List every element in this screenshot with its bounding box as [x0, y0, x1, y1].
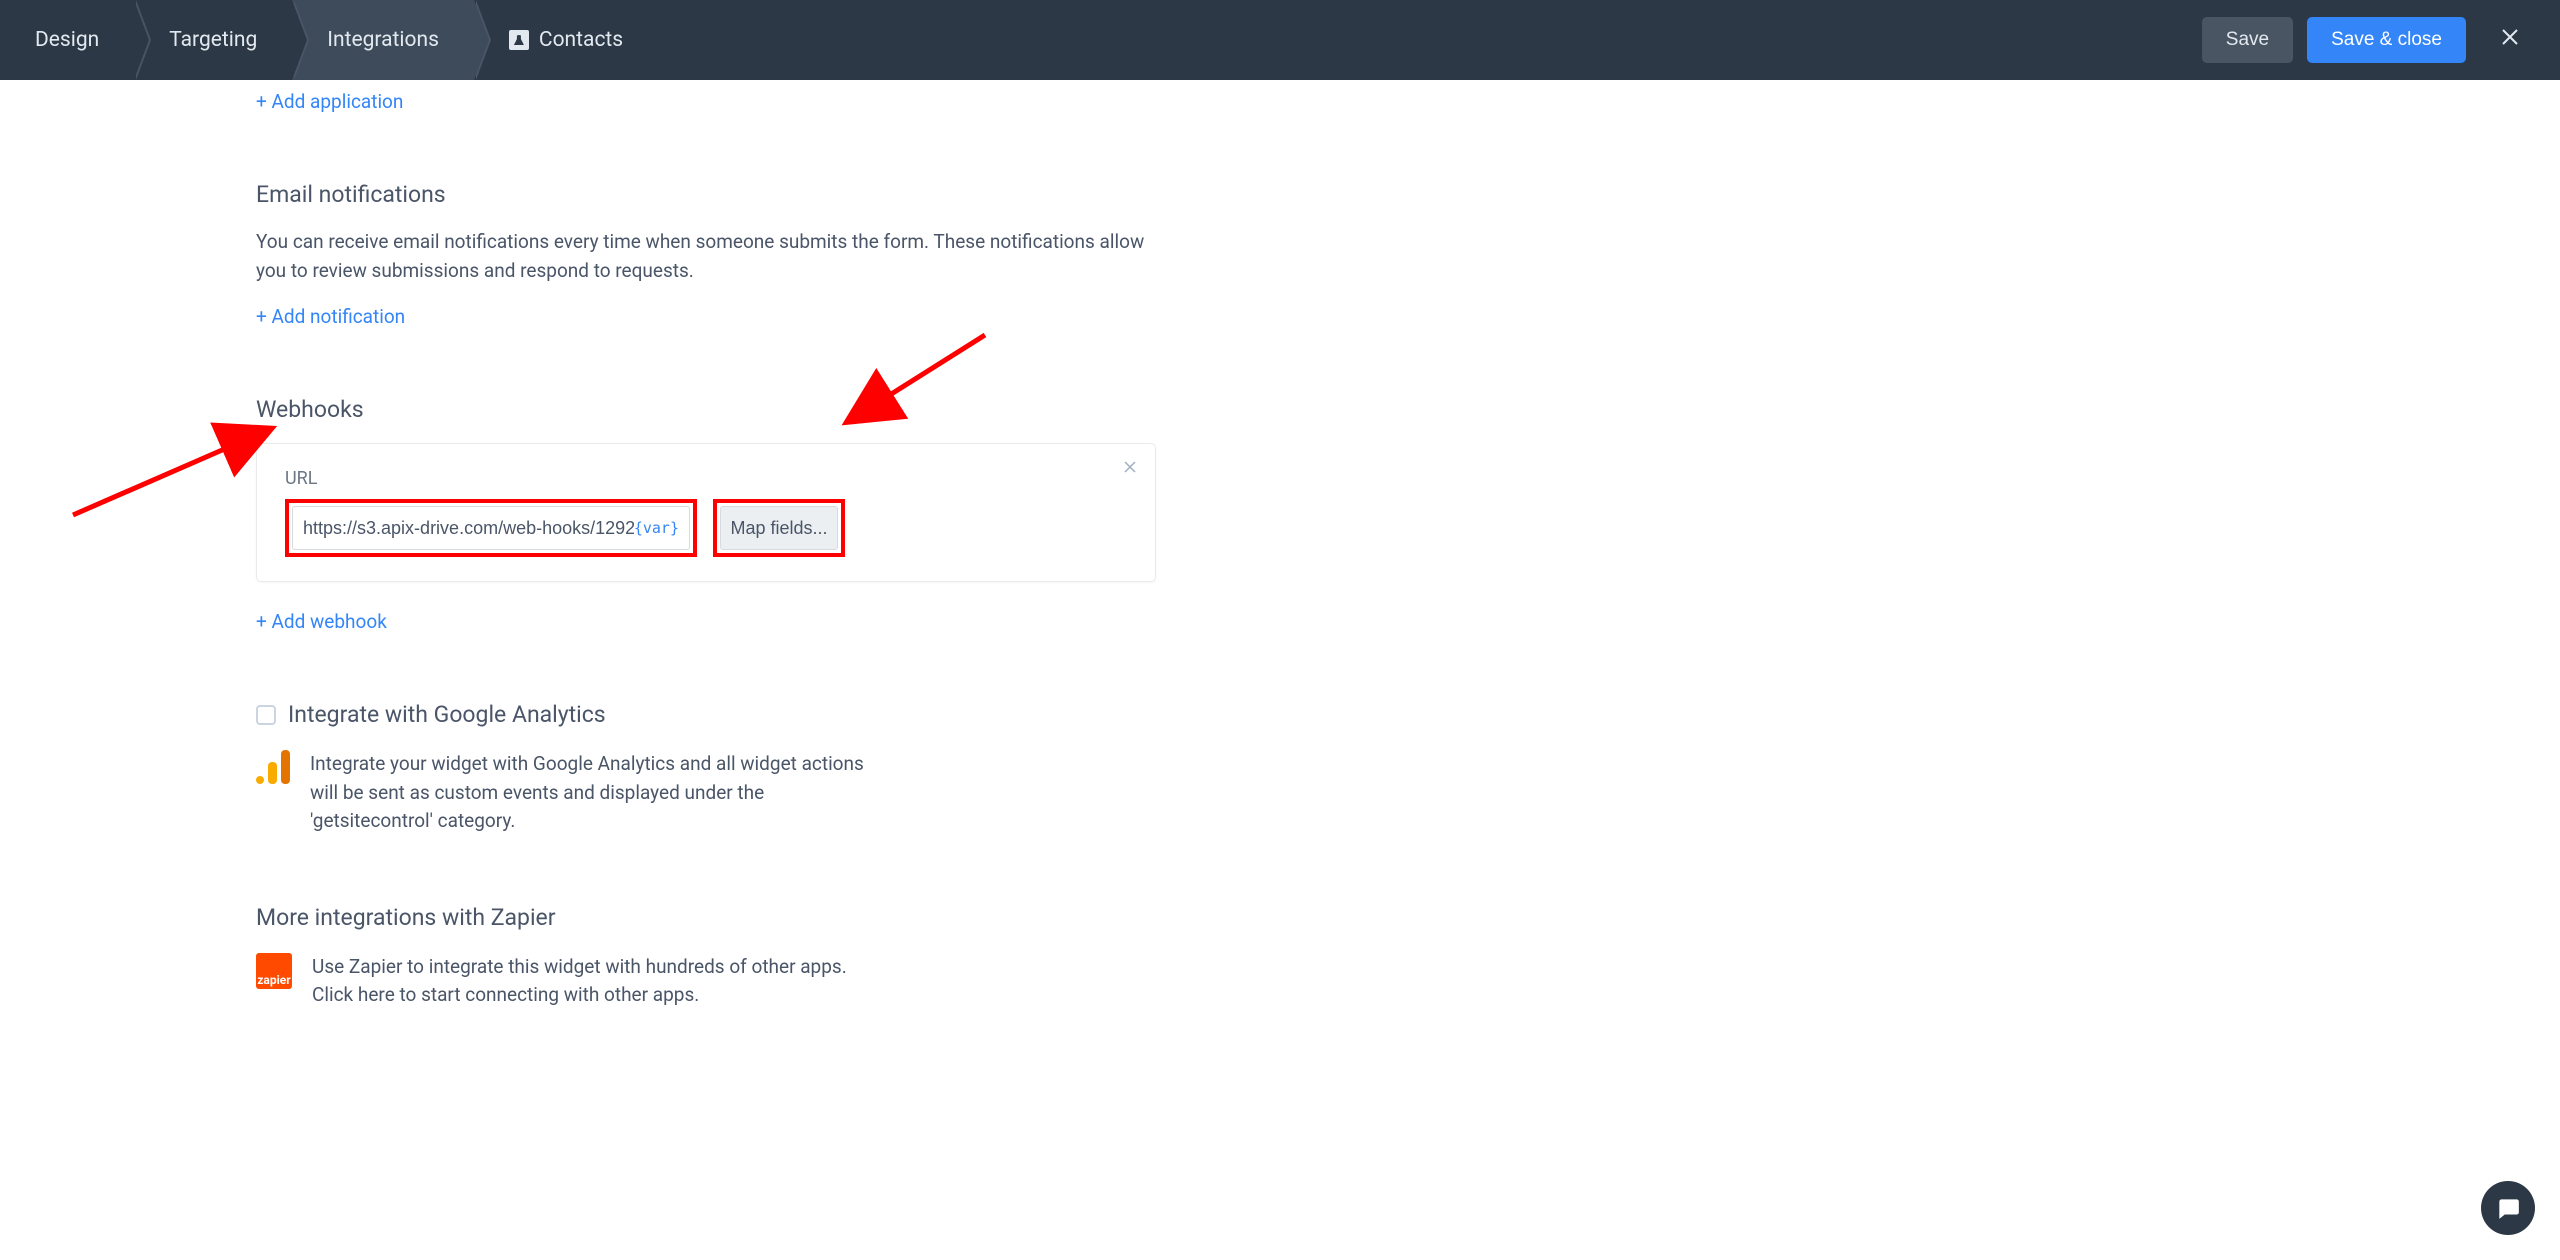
zapier-icon: zapier	[256, 953, 292, 989]
webhook-remove-button[interactable]	[1123, 458, 1137, 479]
ga-title: Integrate with Google Analytics	[288, 701, 606, 728]
main-content: + Add application Email notifications Yo…	[256, 80, 1156, 1010]
header-bar: Design Targeting Integrations Contacts S…	[0, 0, 2560, 80]
close-button[interactable]	[2490, 16, 2530, 64]
zapier-desc2: Click here to start connecting with othe…	[312, 981, 847, 1010]
tab-targeting-label: Targeting	[169, 28, 257, 52]
zapier-row: zapier Use Zapier to integrate this widg…	[256, 953, 1156, 1010]
map-fields-button[interactable]: Map fields...	[720, 506, 838, 550]
url-highlight-box: {var}	[285, 499, 697, 557]
annotation-arrow-left	[68, 380, 288, 530]
zapier-desc1: Use Zapier to integrate this widget with…	[312, 953, 847, 982]
tab-design-label: Design	[35, 28, 99, 52]
save-button[interactable]: Save	[2202, 17, 2293, 63]
tab-design[interactable]: Design	[0, 0, 134, 80]
tab-contacts[interactable]: Contacts	[474, 0, 658, 80]
close-icon	[1123, 460, 1137, 474]
tab-integrations[interactable]: Integrations	[292, 0, 474, 80]
add-webhook-link[interactable]: + Add webhook	[256, 610, 387, 633]
url-label: URL	[285, 468, 1127, 489]
url-input[interactable]	[303, 518, 634, 539]
contact-icon	[509, 30, 529, 50]
tab-integrations-label: Integrations	[327, 28, 439, 52]
google-analytics-icon	[256, 750, 290, 784]
header-actions: Save Save & close	[2202, 16, 2530, 64]
ga-row: Integrate with Google Analytics	[256, 701, 1156, 728]
ga-desc-row: Integrate your widget with Google Analyt…	[256, 750, 1156, 836]
webhook-row: {var} Map fields...	[285, 499, 1127, 557]
tab-targeting[interactable]: Targeting	[134, 0, 292, 80]
zapier-title: More integrations with Zapier	[256, 904, 1156, 931]
tab-contacts-label: Contacts	[539, 28, 623, 52]
chat-icon	[2495, 1195, 2521, 1221]
ga-checkbox[interactable]	[256, 705, 276, 725]
email-notifications-title: Email notifications	[256, 181, 1156, 208]
url-field: {var}	[292, 506, 690, 550]
tab-strip: Design Targeting Integrations Contacts	[0, 0, 658, 80]
save-close-button[interactable]: Save & close	[2307, 17, 2466, 63]
chat-widget-button[interactable]	[2481, 1181, 2535, 1235]
var-insert-button[interactable]: {var}	[634, 519, 679, 537]
email-notifications-desc: You can receive email notifications ever…	[256, 228, 1156, 285]
zapier-desc-block: Use Zapier to integrate this widget with…	[312, 953, 847, 1010]
webhooks-title: Webhooks	[256, 396, 1156, 423]
map-highlight-box: Map fields...	[713, 499, 845, 557]
ga-desc: Integrate your widget with Google Analyt…	[310, 750, 870, 836]
close-icon	[2500, 27, 2520, 47]
add-notification-link[interactable]: + Add notification	[256, 305, 405, 328]
add-application-link[interactable]: + Add application	[256, 90, 403, 113]
webhook-card: URL {var} Map fields...	[256, 443, 1156, 582]
